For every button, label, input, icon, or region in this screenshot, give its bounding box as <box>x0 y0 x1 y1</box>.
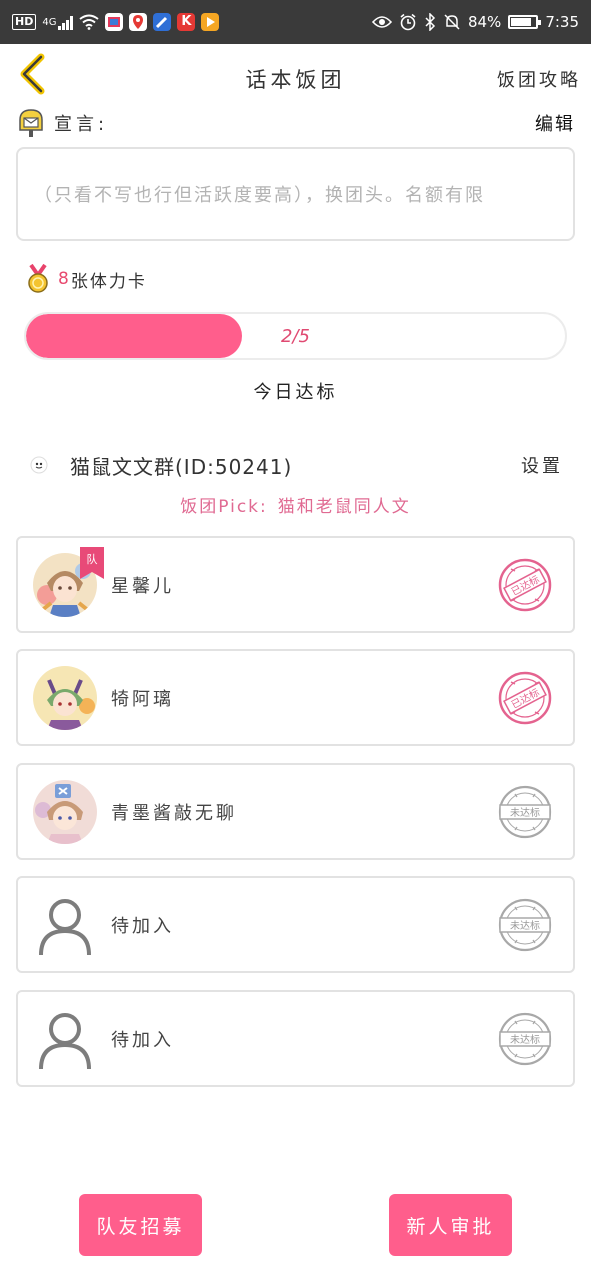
wifi-icon <box>79 14 100 30</box>
medal-icon <box>28 264 48 293</box>
strategy-link[interactable]: 饭团攻略 <box>497 66 581 92</box>
svg-text:未达标: 未达标 <box>510 1034 540 1046</box>
progress-text: 2/5 <box>281 325 310 347</box>
recruit-teammates-button[interactable]: 队友招募 <box>79 1194 202 1256</box>
stamp-pending-icon: 未达标 <box>498 898 552 952</box>
member-name: 待加入 <box>111 915 174 937</box>
hd-indicator: HD <box>12 14 37 30</box>
member-name: 星馨儿 <box>111 575 174 597</box>
k-app-icon: K <box>177 13 196 31</box>
stamp-done-icon: 已达标 <box>498 558 552 612</box>
status-bar: HD 4G K 84% 7:35 <box>0 0 591 44</box>
stamp-pending-icon: 未达标 <box>498 1012 552 1066</box>
daily-progress-bar: 2/5 <box>24 312 567 360</box>
declaration-label: 宣言: <box>54 114 109 135</box>
app-header: 话本饭团 饭团攻略 <box>0 44 591 110</box>
group-avatar-icon <box>30 456 48 474</box>
group-name: 猫鼠文文群(ID:50241) <box>70 454 293 479</box>
svg-text:未达标: 未达标 <box>510 920 540 932</box>
alarm-icon <box>400 13 416 31</box>
edit-declaration-button[interactable]: 编辑 <box>535 110 575 136</box>
new-member-approval-button[interactable]: 新人审批 <box>389 1194 512 1256</box>
app-notification-icon <box>105 13 124 31</box>
battery-icon <box>508 15 542 29</box>
stamp-pending-icon: 未达标 <box>498 785 552 839</box>
group-header: 猫鼠文文群(ID:50241) 设置 <box>30 448 563 482</box>
settings-button[interactable]: 设置 <box>521 452 563 478</box>
person-placeholder-icon[interactable] <box>33 893 97 957</box>
map-app-icon <box>129 13 148 31</box>
person-placeholder-icon[interactable] <box>33 1007 97 1071</box>
group-pick-value: 猫和老鼠同人文 <box>277 497 411 517</box>
bluetooth-icon <box>425 13 436 31</box>
video-app-icon <box>201 13 220 31</box>
stamina-count: 8 <box>58 269 71 289</box>
group-pick: 饭团Pick: 猫和老鼠同人文 <box>0 492 591 517</box>
avatar[interactable] <box>33 666 97 730</box>
member-card-1[interactable]: 队 星馨儿 已达标 <box>16 536 575 633</box>
avatar[interactable] <box>33 780 97 844</box>
member-card-4[interactable]: 待加入 未达标 <box>16 876 575 973</box>
member-name: 待加入 <box>111 1029 174 1051</box>
member-card-2[interactable]: 犄阿璃 已达标 <box>16 649 575 746</box>
pen-app-icon <box>153 13 172 31</box>
declaration-text: （只看不写也行但活跃度要高），换团头。名额有限 <box>34 185 485 206</box>
today-goal-label: 今日达标 <box>253 382 338 403</box>
declaration-header: 宣言: 编辑 <box>18 108 575 138</box>
member-card-3[interactable]: 青墨酱敲无聊 未达标 <box>16 763 575 860</box>
stamina-row: 8 张体力卡 <box>26 264 147 294</box>
signal-icon <box>58 14 74 30</box>
member-name: 青墨酱敲无聊 <box>111 802 237 824</box>
member-card-5[interactable]: 待加入 未达标 <box>16 990 575 1087</box>
stamp-done-icon: 已达标 <box>498 671 552 725</box>
group-pick-label: 饭团Pick: <box>180 497 268 517</box>
mailbox-icon <box>19 109 43 137</box>
declaration-box: （只看不写也行但活跃度要高），换团头。名额有限 <box>16 147 575 241</box>
network-type: 4G <box>42 16 57 28</box>
mute-bell-icon <box>444 14 460 30</box>
captain-badge: 队 <box>80 547 104 579</box>
clock: 7:35 <box>545 13 579 31</box>
svg-text:未达标: 未达标 <box>510 807 540 819</box>
battery-percent: 84% <box>467 13 502 31</box>
member-name: 犄阿璃 <box>111 688 174 710</box>
stamina-label: 张体力卡 <box>70 271 147 292</box>
eye-icon <box>371 16 392 28</box>
